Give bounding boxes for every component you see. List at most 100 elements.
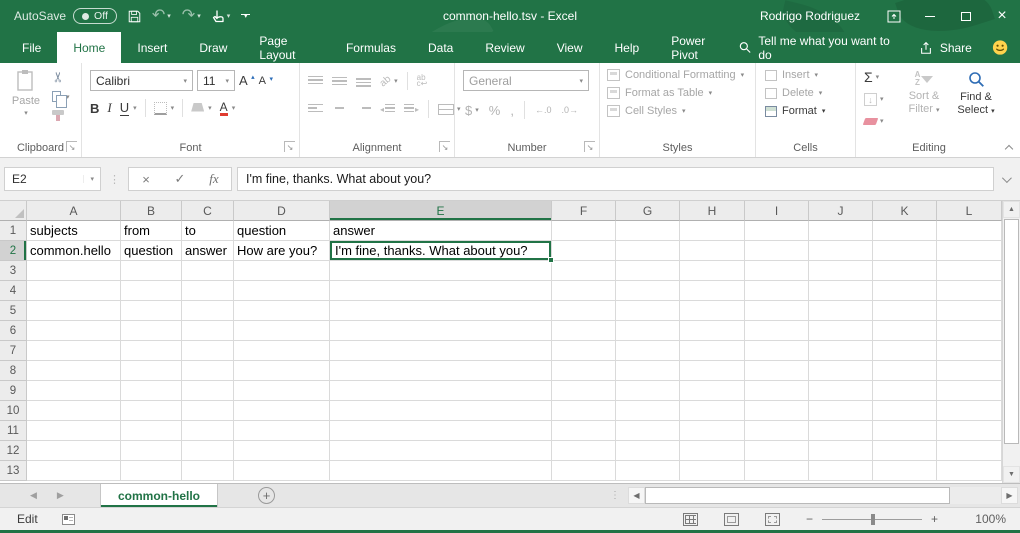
cell-D2[interactable]: How are you?: [234, 241, 330, 261]
formula-bar-splitter[interactable]: ⋮: [109, 173, 120, 186]
cell-F5[interactable]: [552, 301, 616, 321]
cell-C3[interactable]: [182, 261, 234, 281]
save-button[interactable]: [128, 10, 141, 23]
format-painter-button[interactable]: [52, 110, 70, 115]
cell-D6[interactable]: [234, 321, 330, 341]
horizontal-scrollbar[interactable]: ◀ ▶: [628, 484, 1020, 507]
row-header-5[interactable]: 5: [0, 301, 27, 321]
scroll-right-button[interactable]: ▶: [1001, 487, 1018, 504]
cell-H3[interactable]: [680, 261, 745, 281]
font-name-combo[interactable]: Calibri▾: [90, 70, 193, 91]
cell-G10[interactable]: [616, 401, 680, 421]
cell-E3[interactable]: [330, 261, 552, 281]
cell-F4[interactable]: [552, 281, 616, 301]
cell-K10[interactable]: [873, 401, 937, 421]
ribbon-display-options-button[interactable]: [876, 0, 912, 32]
align-top-button[interactable]: [308, 76, 323, 87]
cell-K6[interactable]: [873, 321, 937, 341]
cell-D13[interactable]: [234, 461, 330, 481]
cell-L12[interactable]: [937, 441, 1002, 461]
cell-A7[interactable]: [27, 341, 121, 361]
cell-C2[interactable]: answer: [182, 241, 234, 261]
cell-E1[interactable]: answer: [330, 221, 552, 241]
cell-E12[interactable]: [330, 441, 552, 461]
cell-F2[interactable]: [552, 241, 616, 261]
cell-G9[interactable]: [616, 381, 680, 401]
vertical-scrollbar[interactable]: ▲ ▼: [1002, 201, 1020, 483]
cell-D7[interactable]: [234, 341, 330, 361]
cell-G13[interactable]: [616, 461, 680, 481]
align-left-button[interactable]: [308, 104, 323, 115]
align-center-button[interactable]: [332, 104, 347, 115]
cell-H2[interactable]: [680, 241, 745, 261]
feedback-smiley-icon[interactable]: [992, 39, 1008, 56]
tab-formulas[interactable]: Formulas: [330, 32, 412, 63]
cell-A12[interactable]: [27, 441, 121, 461]
cell-C12[interactable]: [182, 441, 234, 461]
cell-C10[interactable]: [182, 401, 234, 421]
cell-I7[interactable]: [745, 341, 809, 361]
cell-H8[interactable]: [680, 361, 745, 381]
view-page-break-icon[interactable]: [765, 513, 780, 526]
cell-D1[interactable]: question: [234, 221, 330, 241]
row-header-9[interactable]: 9: [0, 381, 27, 401]
percent-style-button[interactable]: %: [489, 103, 501, 118]
cell-E6[interactable]: [330, 321, 552, 341]
cell-A13[interactable]: [27, 461, 121, 481]
cell-H6[interactable]: [680, 321, 745, 341]
copy-button[interactable]: ▾: [52, 91, 70, 102]
cell-I1[interactable]: [745, 221, 809, 241]
cell-A9[interactable]: [27, 381, 121, 401]
cell-J5[interactable]: [809, 301, 873, 321]
close-button[interactable]: ×: [984, 0, 1020, 32]
share-button[interactable]: Share: [919, 41, 972, 55]
cell-I3[interactable]: [745, 261, 809, 281]
wrap-text-button[interactable]: abc↩: [417, 75, 428, 87]
fill-handle[interactable]: [548, 257, 554, 263]
sort-filter-button[interactable]: AZ Sort &Filter ▾: [898, 71, 950, 117]
cell-H7[interactable]: [680, 341, 745, 361]
autosave-control[interactable]: AutoSave Off: [14, 8, 117, 24]
cancel-button[interactable]: ×: [129, 172, 163, 187]
cell-J8[interactable]: [809, 361, 873, 381]
tab-data[interactable]: Data: [412, 32, 469, 63]
horizontal-scroll-thumb[interactable]: [645, 487, 950, 504]
cell-K1[interactable]: [873, 221, 937, 241]
row-header-11[interactable]: 11: [0, 421, 27, 441]
comma-style-button[interactable]: ,: [510, 103, 514, 118]
cell-D5[interactable]: [234, 301, 330, 321]
sheet-nav-right[interactable]: ▶: [57, 490, 64, 501]
cell-G4[interactable]: [616, 281, 680, 301]
cell-F8[interactable]: [552, 361, 616, 381]
bold-button[interactable]: B: [90, 101, 99, 116]
cell-C8[interactable]: [182, 361, 234, 381]
format-as-table-button[interactable]: Format as Table▾: [607, 87, 744, 99]
row-header-4[interactable]: 4: [0, 281, 27, 301]
column-header-D[interactable]: D: [234, 201, 330, 221]
tab-power-pivot[interactable]: Power Pivot: [655, 32, 739, 63]
align-middle-button[interactable]: [332, 76, 347, 87]
cell-G1[interactable]: [616, 221, 680, 241]
row-header-3[interactable]: 3: [0, 261, 27, 281]
cell-D3[interactable]: [234, 261, 330, 281]
cell-E8[interactable]: [330, 361, 552, 381]
minimize-button[interactable]: [912, 0, 948, 32]
row-header-1[interactable]: 1: [0, 221, 27, 241]
enter-button[interactable]: ✓: [163, 171, 197, 187]
cell-I10[interactable]: [745, 401, 809, 421]
tab-view[interactable]: View: [541, 32, 599, 63]
row-header-6[interactable]: 6: [0, 321, 27, 341]
cell-K3[interactable]: [873, 261, 937, 281]
cell-A2[interactable]: common.hello: [27, 241, 121, 261]
cell-E13[interactable]: [330, 461, 552, 481]
find-select-button[interactable]: Find &Select ▾: [950, 71, 1002, 118]
cell-E10[interactable]: [330, 401, 552, 421]
row-header-13[interactable]: 13: [0, 461, 27, 481]
cell-E9[interactable]: [330, 381, 552, 401]
conditional-formatting-button[interactable]: Conditional Formatting▾: [607, 69, 744, 81]
column-header-C[interactable]: C: [182, 201, 234, 221]
cell-B11[interactable]: [121, 421, 182, 441]
cell-J3[interactable]: [809, 261, 873, 281]
user-name[interactable]: Rodrigo Rodriguez: [744, 9, 876, 23]
cell-E5[interactable]: [330, 301, 552, 321]
